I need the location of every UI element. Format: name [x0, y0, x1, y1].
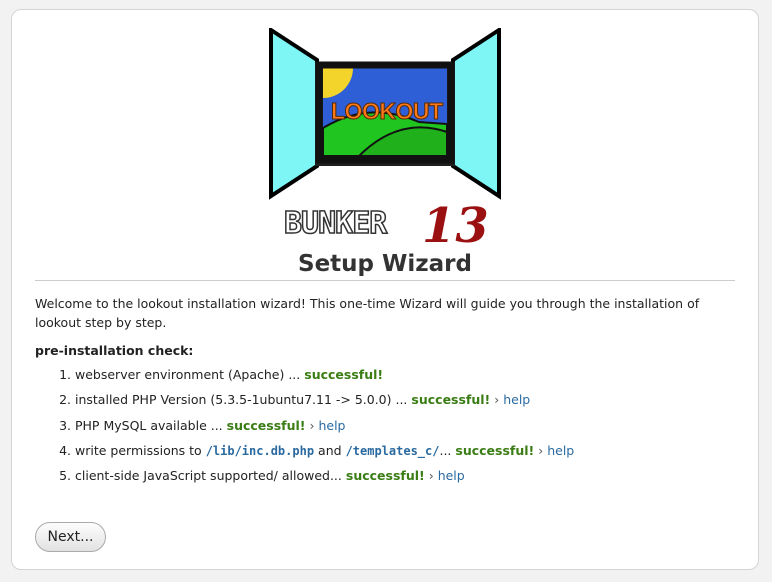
help-link[interactable]: help: [503, 392, 530, 407]
logo-text: LOOKOUT: [331, 98, 444, 125]
chevron-icon: ›: [428, 468, 434, 484]
next-button[interactable]: Next...: [35, 522, 106, 552]
check-item-php-mysql: PHP MySQL available ... successful! › he…: [75, 417, 574, 442]
wizard-panel: LOOKOUT BUNKER 13 Setup Wizard Welcome t…: [11, 9, 759, 570]
bunker-word: BUNKER: [283, 205, 388, 242]
check-list: webserver environment (Apache) ... succe…: [35, 366, 574, 492]
status-success: successful!: [226, 417, 306, 433]
help-link[interactable]: help: [547, 443, 574, 458]
pre-install-check-heading: pre-installation check:: [35, 343, 194, 358]
check-item-write-permissions: write permissions to /lib/inc.db.php and…: [75, 442, 574, 467]
intro-text: Welcome to the lookout installation wiza…: [35, 296, 700, 330]
title-divider: [35, 280, 735, 281]
status-success: successful!: [455, 442, 535, 458]
check-item-php-version: installed PHP Version (5.3.5-1ubuntu7.11…: [75, 391, 574, 416]
path-inc-db: /lib/inc.db.php: [205, 443, 315, 458]
lookout-logo: LOOKOUT: [269, 26, 501, 200]
help-link[interactable]: help: [438, 468, 465, 483]
path-templates: /templates_c/: [345, 443, 440, 458]
page-title: Setup Wizard: [298, 251, 472, 277]
bunker-number: 13: [422, 198, 489, 254]
status-success: successful!: [411, 392, 491, 408]
check-item-webserver: webserver environment (Apache) ... succe…: [75, 366, 574, 391]
bunker13-logo: BUNKER 13: [283, 198, 489, 254]
check-item-javascript: client-side JavaScript supported/ allowe…: [75, 467, 574, 492]
chevron-icon: ›: [538, 442, 544, 458]
status-success: successful!: [304, 367, 384, 382]
chevron-icon: ›: [309, 417, 315, 433]
chevron-icon: ›: [494, 392, 500, 408]
status-success: successful!: [345, 468, 425, 484]
help-link[interactable]: help: [318, 418, 345, 433]
